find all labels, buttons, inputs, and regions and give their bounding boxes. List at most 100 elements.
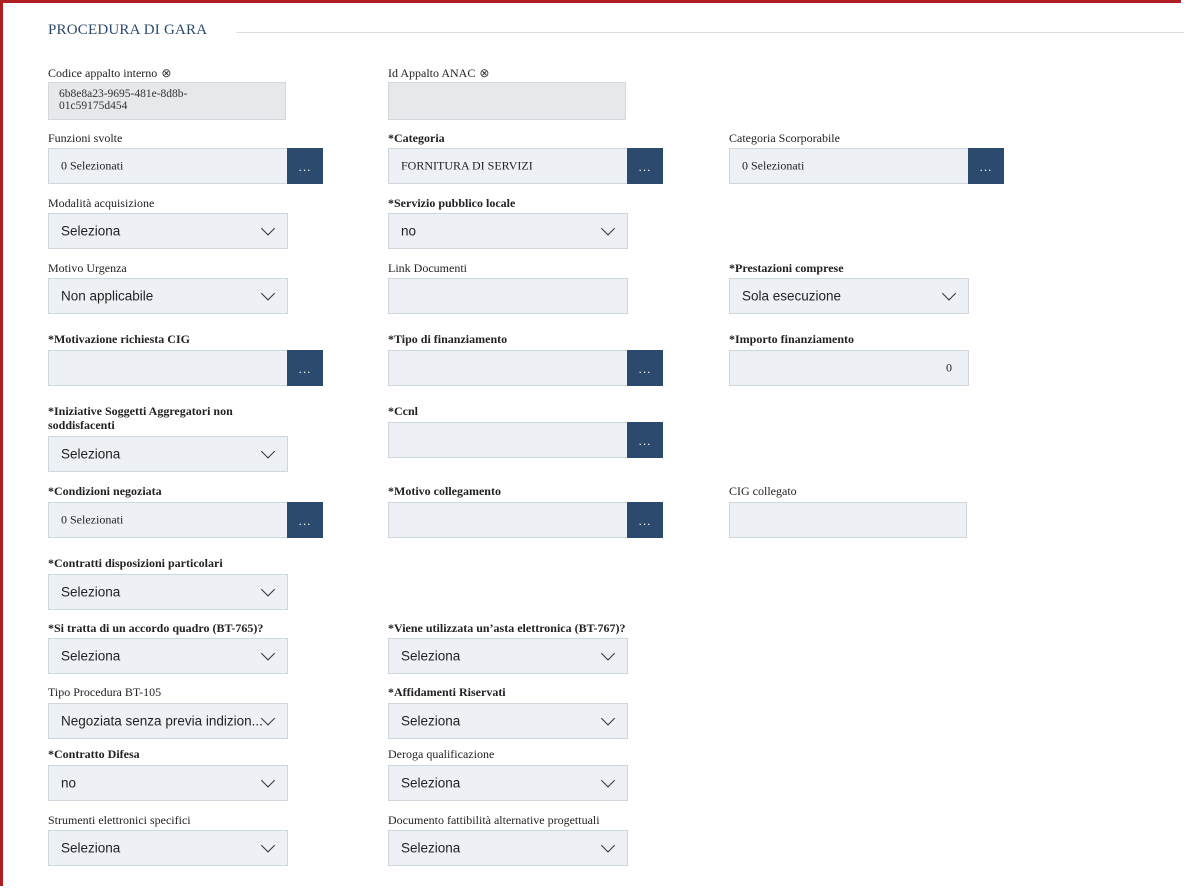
codice-appalto-label: Codice appalto interno ⊗ bbox=[48, 66, 172, 80]
ccnl-field bbox=[388, 422, 628, 458]
codice-appalto-value-1: 6b8e8a23-9695-481e-8d8b- bbox=[59, 88, 188, 100]
condizioni-negoziata-button[interactable]: ... bbox=[287, 502, 323, 538]
chevron-down-icon bbox=[260, 286, 276, 301]
cig-collegato-label: CIG collegato bbox=[729, 484, 797, 498]
servizio-pubblico-value: no bbox=[401, 223, 417, 239]
chevron-down-icon bbox=[260, 221, 276, 236]
accordo-quadro-value: Seleziona bbox=[61, 648, 121, 664]
funzioni-svolte-label: Funzioni svolte bbox=[48, 131, 123, 145]
funzioni-svolte-button[interactable]: ... bbox=[287, 148, 323, 184]
chevron-down-icon bbox=[260, 582, 276, 597]
chevron-down-icon bbox=[260, 444, 276, 459]
affidamenti-riservati-label: *Affidamenti Riservati bbox=[388, 685, 506, 699]
info-icon[interactable]: ⊗ bbox=[161, 66, 171, 80]
accordo-quadro-label: *Si tratta di un accordo quadro (BT-765)… bbox=[48, 621, 264, 635]
chevron-down-icon bbox=[260, 838, 276, 853]
modalita-acquisizione-label: Modalità acquisizione bbox=[48, 196, 155, 210]
categoria-label: *Categoria bbox=[388, 131, 445, 145]
id-appalto-anac-label: Id Appalto ANAC ⊗ bbox=[388, 66, 490, 80]
categoria-scorporabile-field: 0 Selezionati bbox=[729, 148, 969, 184]
affidamenti-riservati-select[interactable]: Seleziona bbox=[388, 703, 628, 739]
funzioni-svolte-value: 0 Selezionati bbox=[61, 158, 124, 173]
documento-fattibilita-select[interactable]: Seleziona bbox=[388, 830, 628, 866]
contratti-disposizioni-label: *Contratti disposizioni particolari bbox=[48, 556, 223, 570]
categoria-scorporabile-button[interactable]: ... bbox=[968, 148, 1004, 184]
motivazione-cig-label: *Motivazione richiesta CIG bbox=[48, 332, 190, 346]
chevron-down-icon bbox=[260, 646, 276, 661]
ccnl-button[interactable]: ... bbox=[627, 422, 663, 458]
condizioni-negoziata-field: 0 Selezionati bbox=[48, 502, 288, 538]
categoria-button[interactable]: ... bbox=[627, 148, 663, 184]
contratto-difesa-value: no bbox=[61, 775, 77, 791]
documento-fattibilita-value: Seleziona bbox=[401, 840, 461, 856]
codice-appalto-field: 6b8e8a23-9695-481e-8d8b- 01c59175d454 bbox=[48, 82, 286, 120]
motivo-urgenza-label: Motivo Urgenza bbox=[48, 261, 127, 275]
asta-elettronica-select[interactable]: Seleziona bbox=[388, 638, 628, 674]
tipo-finanziamento-label: *Tipo di finanziamento bbox=[388, 332, 508, 346]
condizioni-negoziata-value: 0 Selezionati bbox=[61, 512, 124, 527]
affidamenti-riservati-value: Seleziona bbox=[401, 713, 461, 729]
ccnl-label: *Ccnl bbox=[388, 404, 418, 418]
link-documenti-input[interactable] bbox=[388, 278, 628, 314]
motivo-collegamento-field bbox=[388, 502, 628, 538]
modalita-acquisizione-select[interactable]: Seleziona bbox=[48, 213, 288, 249]
chevron-down-icon bbox=[941, 286, 957, 301]
iniziative-soggetti-select[interactable]: Seleziona bbox=[48, 436, 288, 472]
tipo-finanziamento-button[interactable]: ... bbox=[627, 350, 663, 386]
importo-finanziamento-input[interactable]: 0 bbox=[729, 350, 969, 386]
section-title: PROCEDURA DI GARA bbox=[48, 22, 216, 39]
modalita-acquisizione-value: Seleziona bbox=[61, 223, 121, 239]
iniziative-soggetti-value: Seleziona bbox=[61, 446, 121, 462]
chevron-down-icon bbox=[260, 773, 276, 788]
prestazioni-comprese-value: Sola esecuzione bbox=[742, 288, 842, 304]
chevron-down-icon bbox=[600, 711, 616, 726]
funzioni-svolte-field: 0 Selezionati bbox=[48, 148, 288, 184]
contratti-disposizioni-value: Seleziona bbox=[61, 584, 121, 600]
section-divider bbox=[236, 32, 1184, 33]
chevron-down-icon bbox=[600, 221, 616, 236]
strumenti-elettronici-value: Seleziona bbox=[61, 840, 121, 856]
asta-elettronica-label: *Viene utilizzata un’asta elettronica (B… bbox=[388, 621, 626, 635]
contratto-difesa-select[interactable]: no bbox=[48, 765, 288, 801]
strumenti-elettronici-label: Strumenti elettronici specifici bbox=[48, 813, 191, 827]
chevron-down-icon bbox=[260, 711, 276, 726]
prestazioni-comprese-select[interactable]: Sola esecuzione bbox=[729, 278, 969, 314]
tipo-procedura-select[interactable]: Negoziata senza previa indizion... bbox=[48, 703, 288, 739]
id-appalto-anac-field bbox=[388, 82, 626, 120]
motivo-collegamento-button[interactable]: ... bbox=[627, 502, 663, 538]
categoria-scorporabile-label: Categoria Scorporabile bbox=[729, 131, 840, 145]
importo-finanziamento-value: 0 bbox=[946, 360, 952, 375]
motivo-urgenza-select[interactable]: Non applicabile bbox=[48, 278, 288, 314]
motivo-urgenza-value: Non applicabile bbox=[61, 288, 154, 304]
servizio-pubblico-select[interactable]: no bbox=[388, 213, 628, 249]
asta-elettronica-value: Seleziona bbox=[401, 648, 461, 664]
servizio-pubblico-label: *Servizio pubblico locale bbox=[388, 196, 516, 210]
iniziative-soggetti-label: *Iniziative Soggetti Aggregatori non sod… bbox=[48, 404, 233, 432]
chevron-down-icon bbox=[600, 773, 616, 788]
deroga-qualificazione-select[interactable]: Seleziona bbox=[388, 765, 628, 801]
motivo-collegamento-label: *Motivo collegamento bbox=[388, 484, 501, 498]
importo-finanziamento-label: *Importo finanziamento bbox=[729, 332, 854, 346]
chevron-down-icon bbox=[600, 838, 616, 853]
categoria-field: FORNITURA DI SERVIZI bbox=[388, 148, 628, 184]
deroga-qualificazione-label: Deroga qualificazione bbox=[388, 747, 495, 761]
tipo-procedura-value: Negoziata senza previa indizion... bbox=[61, 713, 263, 729]
link-documenti-label: Link Documenti bbox=[388, 261, 467, 275]
condizioni-negoziata-label: *Condizioni negoziata bbox=[48, 484, 162, 498]
chevron-down-icon bbox=[600, 646, 616, 661]
motivazione-cig-button[interactable]: ... bbox=[287, 350, 323, 386]
contratto-difesa-label: *Contratto Difesa bbox=[48, 747, 140, 761]
prestazioni-comprese-label: *Prestazioni comprese bbox=[729, 261, 844, 275]
categoria-value: FORNITURA DI SERVIZI bbox=[401, 158, 533, 173]
cig-collegato-input[interactable] bbox=[729, 502, 967, 538]
documento-fattibilita-label: Documento fattibilità alternative proget… bbox=[388, 813, 600, 827]
tipo-finanziamento-field bbox=[388, 350, 628, 386]
accordo-quadro-select[interactable]: Seleziona bbox=[48, 638, 288, 674]
contratti-disposizioni-select[interactable]: Seleziona bbox=[48, 574, 288, 610]
categoria-scorporabile-value: 0 Selezionati bbox=[742, 158, 805, 173]
strumenti-elettronici-select[interactable]: Seleziona bbox=[48, 830, 288, 866]
tipo-procedura-label: Tipo Procedura BT-105 bbox=[48, 685, 162, 699]
deroga-qualificazione-value: Seleziona bbox=[401, 775, 461, 791]
info-icon[interactable]: ⊗ bbox=[479, 66, 489, 80]
motivazione-cig-field bbox=[48, 350, 288, 386]
